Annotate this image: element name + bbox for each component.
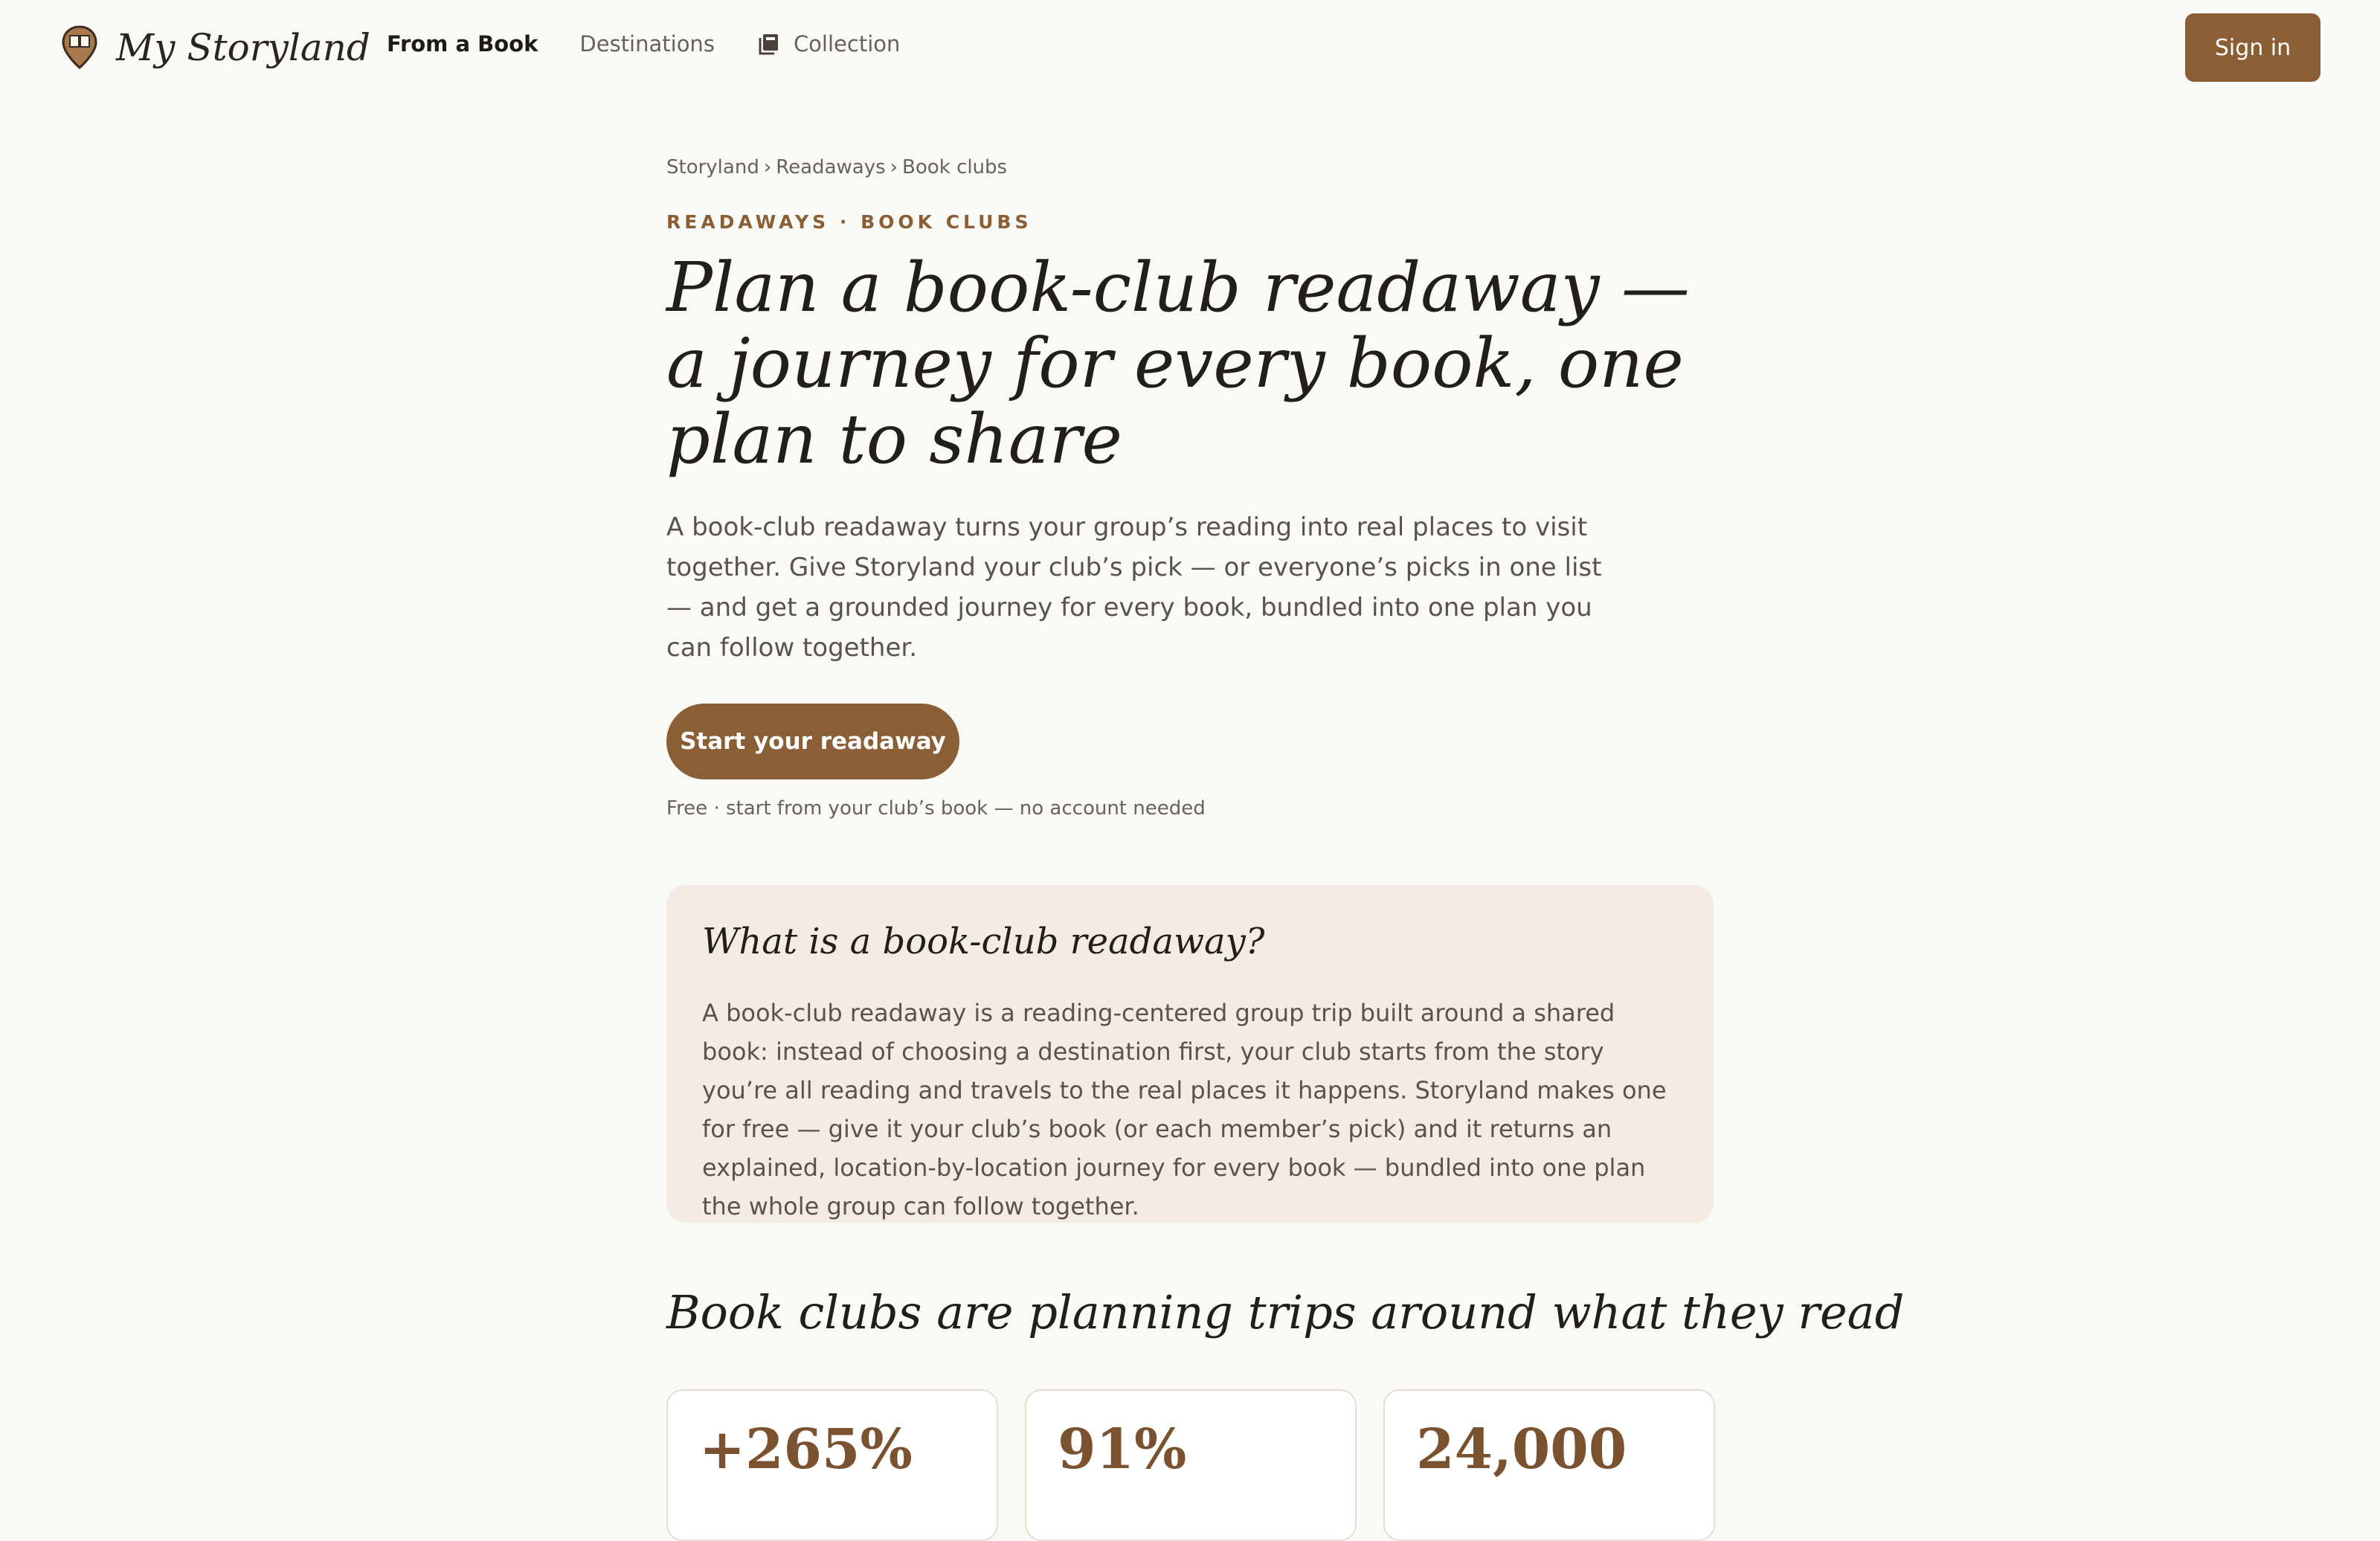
stat-card: +265% — [666, 1389, 998, 1541]
start-readaway-button[interactable]: Start your readaway — [666, 704, 959, 779]
sign-in-button[interactable]: Sign in — [2185, 13, 2320, 82]
main-nav: From a Book Destinations Collection — [387, 31, 900, 57]
stat-card: 91% — [1025, 1389, 1357, 1541]
breadcrumb-separator: › — [763, 156, 772, 178]
stat-value: +265% — [699, 1418, 913, 1482]
stats-heading: Book clubs are planning trips around wha… — [666, 1285, 1905, 1339]
stat-card: 24,000 — [1383, 1389, 1715, 1541]
nav-label: Collection — [793, 31, 901, 57]
nav-label: Destinations — [579, 31, 715, 57]
info-card-body: A book-club readaway is a reading-center… — [702, 999, 1667, 1220]
stat-value: 24,000 — [1416, 1418, 1627, 1482]
breadcrumb-separator: › — [890, 156, 898, 178]
breadcrumb-storyland[interactable]: Storyland — [666, 156, 759, 178]
nav-destinations[interactable]: Destinations — [579, 31, 715, 57]
nav-collection[interactable]: Collection — [756, 31, 900, 57]
page-title: Plan a book-club readaway — a journey fo… — [666, 248, 1690, 479]
collection-icon — [759, 34, 778, 55]
hero-description: A book-club readaway turns your group’s … — [666, 512, 1602, 663]
info-card-title: What is a book-club readaway? — [702, 921, 1265, 962]
section-eyebrow: READAWAYS · BOOK CLUBS — [666, 211, 1032, 233]
brand-name: My Storyland — [116, 26, 370, 69]
what-is-readaway-card: What is a book-club readaway? A book-clu… — [666, 885, 1714, 1223]
brand-logo-link[interactable]: My Storyland — [61, 25, 370, 70]
breadcrumb-readaways[interactable]: Readaways — [776, 156, 885, 178]
breadcrumb-current: Book clubs — [902, 156, 1008, 178]
cta-note: Free · start from your club’s book — no … — [666, 797, 1206, 820]
nav-label: From a Book — [387, 31, 538, 57]
book-pin-icon — [62, 25, 97, 69]
stat-value: 91% — [1058, 1418, 1187, 1482]
top-navigation: My Storyland From a Book Destinations Co… — [0, 0, 2380, 95]
breadcrumb: Storyland › Readaways › Book clubs — [666, 156, 1007, 178]
nav-from-a-book[interactable]: From a Book — [387, 31, 538, 57]
